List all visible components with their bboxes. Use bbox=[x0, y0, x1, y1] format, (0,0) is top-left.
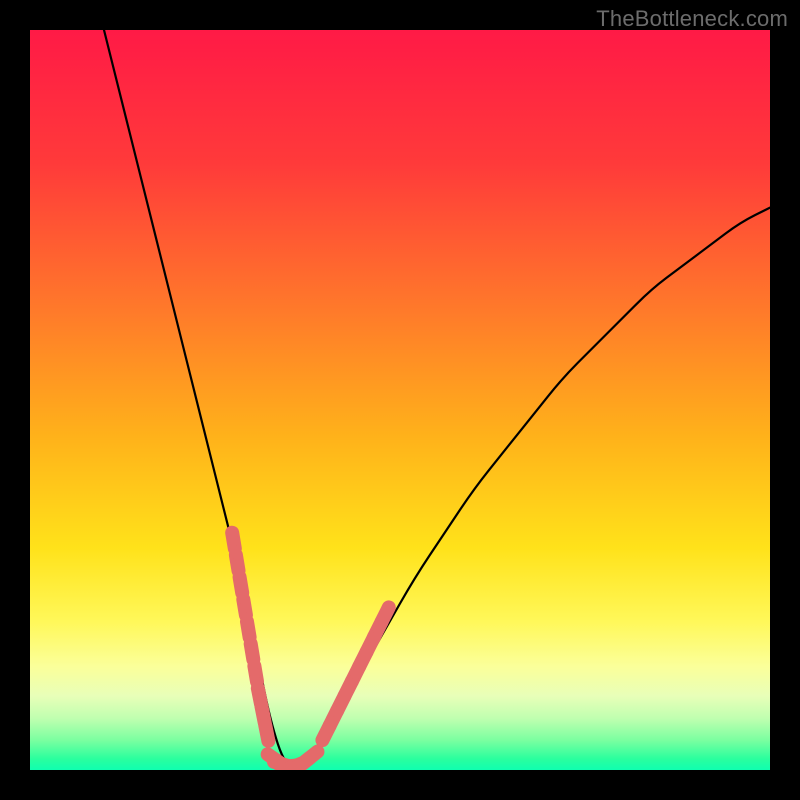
marker-dot bbox=[247, 646, 258, 657]
marker-dot bbox=[258, 709, 269, 720]
plot-area bbox=[30, 30, 770, 770]
gradient-background bbox=[30, 30, 770, 770]
watermark-label: TheBottleneck.com bbox=[596, 6, 788, 32]
marker-dot bbox=[243, 624, 254, 635]
marker-dot bbox=[239, 602, 250, 613]
marker-dot bbox=[235, 580, 246, 591]
marker-dot bbox=[380, 609, 391, 620]
marker-dot bbox=[254, 691, 265, 702]
marker-dot bbox=[228, 535, 239, 546]
marker-dot bbox=[261, 728, 272, 739]
chart-svg bbox=[30, 30, 770, 770]
marker-dot bbox=[232, 557, 243, 568]
chart-frame: TheBottleneck.com bbox=[0, 0, 800, 800]
marker-dot bbox=[306, 751, 317, 762]
marker-dot bbox=[250, 668, 261, 679]
